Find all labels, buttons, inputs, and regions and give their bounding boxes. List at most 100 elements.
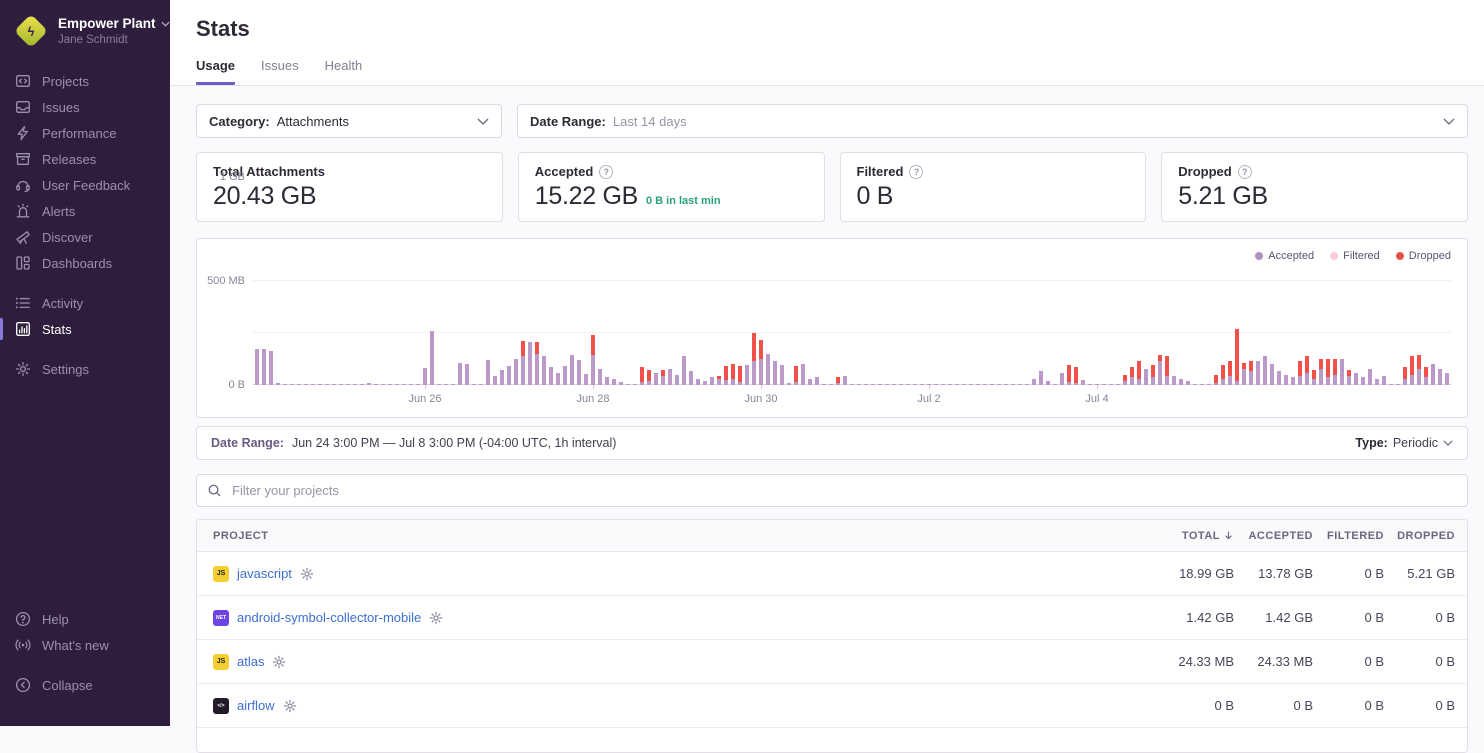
project-settings-gear-icon[interactable] bbox=[300, 567, 314, 581]
dropped-cell: 0 B bbox=[1384, 698, 1455, 713]
project-link[interactable]: android-symbol-collector-mobile bbox=[237, 610, 421, 625]
sidebar-item-settings[interactable]: Settings bbox=[0, 356, 170, 382]
sidebar-item-discover[interactable]: Discover bbox=[0, 224, 170, 250]
accepted-segment bbox=[528, 342, 532, 385]
summary-card-filtered: Filtered?0 B bbox=[840, 152, 1147, 222]
accepted-segment bbox=[661, 376, 665, 385]
accepted-segment bbox=[1445, 373, 1449, 385]
accepted-segment bbox=[1438, 369, 1442, 385]
x-tick-mark bbox=[425, 385, 426, 389]
stacked-bar bbox=[836, 377, 840, 385]
sidebar-item-label: Help bbox=[42, 612, 69, 627]
sidebar-item-help[interactable]: Help bbox=[0, 606, 170, 632]
column-header-total[interactable]: TOTAL bbox=[1124, 530, 1234, 542]
stacked-bar bbox=[1361, 377, 1365, 385]
stacked-bar bbox=[1074, 367, 1078, 385]
sidebar-item-label: Collapse bbox=[42, 678, 93, 693]
accepted-segment bbox=[486, 360, 490, 385]
sidebar-item-label: Discover bbox=[42, 230, 93, 245]
accepted-segment bbox=[255, 349, 259, 385]
stats-icon bbox=[14, 321, 31, 337]
stacked-bar bbox=[731, 364, 735, 385]
stacked-bar bbox=[1165, 356, 1169, 385]
project-link[interactable]: javascript bbox=[237, 566, 292, 581]
legend-item-dropped[interactable]: Dropped bbox=[1396, 250, 1451, 262]
org-switcher[interactable]: ϟ Empower Plant Jane Schmidt bbox=[0, 14, 170, 48]
sidebar-item-performance[interactable]: Performance bbox=[0, 120, 170, 146]
tab-bar: Usage Issues Health bbox=[196, 58, 1468, 85]
column-header-dropped[interactable]: DROPPED bbox=[1384, 530, 1455, 542]
tab-health[interactable]: Health bbox=[325, 58, 363, 85]
project-filter-input[interactable] bbox=[230, 482, 1457, 499]
chart-type-select[interactable]: Type: Periodic bbox=[1355, 436, 1453, 450]
legend-dot-icon bbox=[1255, 252, 1263, 260]
date-range-select[interactable]: Date Range: Last 14 days bbox=[517, 104, 1468, 138]
accepted-segment bbox=[745, 365, 749, 385]
dropped-segment bbox=[1305, 356, 1309, 373]
stacked-bar bbox=[430, 331, 434, 385]
projects-table: PROJECTTOTALACCEPTEDFILTEREDDROPPED JSja… bbox=[196, 519, 1468, 753]
accepted-segment bbox=[1060, 373, 1064, 385]
sidebar-item-what-s-new[interactable]: What's new bbox=[0, 632, 170, 658]
accepted-segment bbox=[423, 368, 427, 385]
stacked-bar bbox=[773, 361, 777, 385]
sidebar-item-stats[interactable]: Stats bbox=[0, 316, 170, 342]
project-link[interactable]: atlas bbox=[237, 654, 264, 669]
table-row: JSjavascript18.99 GB13.78 GB0 B5.21 GB bbox=[197, 552, 1467, 596]
stacked-bar bbox=[1312, 370, 1316, 385]
project-link[interactable]: airflow bbox=[237, 698, 275, 713]
dropped-segment bbox=[1249, 361, 1253, 371]
sidebar-item-label: What's new bbox=[42, 638, 109, 653]
sidebar-item-collapse[interactable]: Collapse bbox=[0, 672, 170, 698]
sidebar-item-activity[interactable]: Activity bbox=[0, 290, 170, 316]
chart-type-value: Periodic bbox=[1393, 436, 1438, 450]
column-header-accepted[interactable]: ACCEPTED bbox=[1234, 530, 1313, 542]
dropped-segment bbox=[1312, 370, 1316, 379]
stacked-bar bbox=[1151, 365, 1155, 385]
project-settings-gear-icon[interactable] bbox=[272, 655, 286, 669]
stacked-bar bbox=[738, 366, 742, 385]
legend-item-filtered[interactable]: Filtered bbox=[1330, 250, 1380, 262]
sidebar-item-label: Releases bbox=[42, 152, 96, 167]
dropped-cell: 5.21 GB bbox=[1384, 566, 1455, 581]
activity-icon bbox=[14, 295, 31, 311]
project-cell: </>airflow bbox=[197, 698, 1124, 714]
stacked-bar bbox=[759, 340, 763, 385]
column-header-project[interactable]: PROJECT bbox=[197, 530, 1124, 542]
accepted-segment bbox=[654, 373, 658, 385]
releases-icon bbox=[14, 151, 31, 167]
category-select[interactable]: Category: Attachments bbox=[196, 104, 502, 138]
chart-legend: Accepted Filtered Dropped bbox=[1255, 250, 1451, 262]
stacked-bar bbox=[458, 363, 462, 385]
tab-issues[interactable]: Issues bbox=[261, 58, 299, 85]
dropped-segment bbox=[1424, 367, 1428, 377]
filtered-cell: 0 B bbox=[1313, 610, 1384, 625]
sidebar-item-alerts[interactable]: Alerts bbox=[0, 198, 170, 224]
sidebar-item-projects[interactable]: Projects bbox=[0, 68, 170, 94]
legend-item-accepted[interactable]: Accepted bbox=[1255, 250, 1314, 262]
table-body: JSjavascript18.99 GB13.78 GB0 B5.21 GBNE… bbox=[197, 552, 1467, 728]
total-cell: 0 B bbox=[1124, 698, 1234, 713]
filter-controls: Category: Attachments Date Range: Last 1… bbox=[196, 104, 1468, 138]
tab-usage[interactable]: Usage bbox=[196, 58, 235, 85]
help-question-icon[interactable]: ? bbox=[599, 165, 613, 179]
stacked-bar bbox=[255, 349, 259, 385]
help-question-icon[interactable]: ? bbox=[909, 165, 923, 179]
column-header-filtered[interactable]: FILTERED bbox=[1313, 530, 1384, 542]
sidebar-item-user-feedback[interactable]: User Feedback bbox=[0, 172, 170, 198]
alerts-icon bbox=[14, 203, 31, 219]
project-settings-gear-icon[interactable] bbox=[429, 611, 443, 625]
chart-footer-bar: Date Range: Jun 24 3:00 PM — Jul 8 3:00 … bbox=[196, 426, 1468, 460]
dropped-segment bbox=[1074, 367, 1078, 383]
project-settings-gear-icon[interactable] bbox=[283, 699, 297, 713]
sidebar-item-dashboards[interactable]: Dashboards bbox=[0, 250, 170, 276]
stacked-bar bbox=[591, 335, 595, 385]
dropped-segment bbox=[640, 367, 644, 382]
sidebar-item-releases[interactable]: Releases bbox=[0, 146, 170, 172]
sidebar-item-issues[interactable]: Issues bbox=[0, 94, 170, 120]
accepted-segment bbox=[577, 360, 581, 385]
help-question-icon[interactable]: ? bbox=[1238, 165, 1252, 179]
stacked-bar bbox=[1249, 361, 1253, 385]
accepted-segment bbox=[1158, 361, 1162, 385]
user-name: Jane Schmidt bbox=[58, 34, 170, 48]
